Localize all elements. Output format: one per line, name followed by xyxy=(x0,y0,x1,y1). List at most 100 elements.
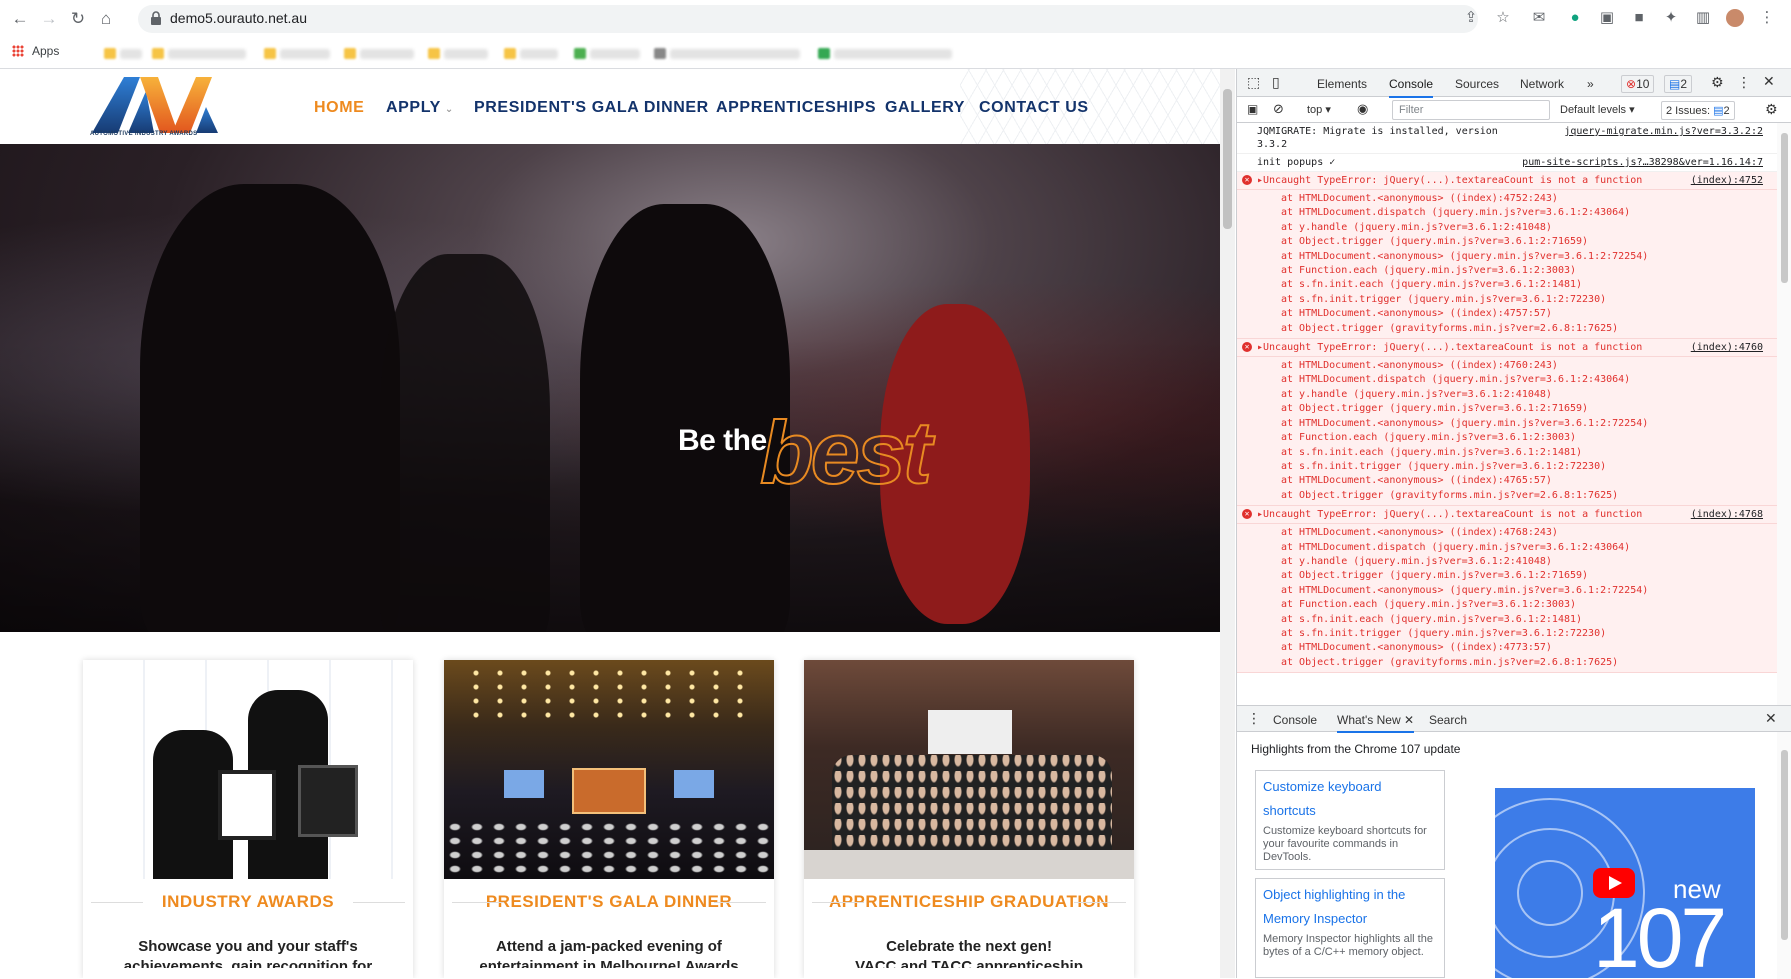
drawer-menu-icon[interactable]: ⋮ xyxy=(1247,710,1261,727)
drawer-scrollbar[interactable] xyxy=(1777,732,1791,979)
apps-shortcut[interactable]: Apps xyxy=(12,44,59,58)
stack-frame[interactable]: at s.fn.init.trigger (jquery.min.js?ver=… xyxy=(1281,293,1771,307)
bookmark-star-icon[interactable]: ☆ xyxy=(1494,9,1512,27)
context-selector[interactable]: top ▾ xyxy=(1307,103,1331,116)
profile-avatar[interactable] xyxy=(1726,9,1744,27)
stack-frame[interactable]: at HTMLDocument.<anonymous> ((index):476… xyxy=(1281,526,1771,540)
console-scrollbar[interactable] xyxy=(1777,123,1791,705)
back-arrow-icon[interactable]: ← xyxy=(9,8,31,30)
hero-video-banner[interactable]: Be the best xyxy=(0,144,1220,632)
stack-frame[interactable]: at s.fn.init.each (jquery.min.js?ver=3.6… xyxy=(1281,613,1771,627)
nav-gallery[interactable]: GALLERY xyxy=(885,99,965,117)
bookmark-site-icon[interactable] xyxy=(654,48,666,59)
issues-button[interactable]: 2 Issues: ▤2 xyxy=(1661,101,1735,120)
bookmark-item[interactable] xyxy=(590,49,640,59)
selenium-extension-icon[interactable]: ■ xyxy=(1630,9,1648,27)
card-apprenticeship-graduation[interactable]: APPRENTICESHIP GRADUATION Celebrate the … xyxy=(804,660,1134,978)
chat-extension-icon[interactable]: ▣ xyxy=(1598,9,1616,27)
console-error[interactable]: ✕ ▸Uncaught TypeError: jQuery(...).texta… xyxy=(1237,506,1777,525)
stack-frame[interactable]: at HTMLDocument.<anonymous> ((index):475… xyxy=(1281,307,1771,321)
home-icon[interactable]: ⌂ xyxy=(95,8,117,30)
stack-frame[interactable]: at Object.trigger (jquery.min.js?ver=3.6… xyxy=(1281,569,1771,583)
close-devtools-icon[interactable]: ✕ xyxy=(1763,73,1775,90)
address-bar[interactable]: demo5.ourauto.net.au xyxy=(138,5,1478,33)
close-tab-icon[interactable]: ✕ xyxy=(1404,713,1414,727)
nav-presidents-gala-dinner[interactable]: PRESIDENT'S GALA DINNER xyxy=(474,99,709,117)
browser-menu-icon[interactable]: ⋮ xyxy=(1758,9,1776,27)
feature-title[interactable]: Customize keyboard shortcuts xyxy=(1263,775,1437,823)
gmail-extension-icon[interactable]: ✉ xyxy=(1530,9,1548,27)
stack-frame[interactable]: at HTMLDocument.dispatch (jquery.min.js?… xyxy=(1281,541,1771,555)
clear-console-icon[interactable]: ⊘ xyxy=(1273,101,1284,117)
info-count-badge[interactable]: ▤2 xyxy=(1664,75,1693,93)
stack-frame[interactable]: at Function.each (jquery.min.js?ver=3.6.… xyxy=(1281,431,1771,445)
card-presidents-gala-dinner[interactable]: PRESIDENT'S GALA DINNER Attend a jam-pac… xyxy=(444,660,774,978)
stack-frame[interactable]: at HTMLDocument.dispatch (jquery.min.js?… xyxy=(1281,373,1771,387)
more-tabs-icon[interactable]: » xyxy=(1587,77,1594,91)
bookmark-folder-icon[interactable] xyxy=(428,48,440,59)
feature-customize-shortcuts[interactable]: Customize keyboard shortcuts Customize k… xyxy=(1255,770,1445,870)
error-source-link[interactable]: (index):4760 xyxy=(1691,341,1763,354)
bookmark-folder-icon[interactable] xyxy=(344,48,356,59)
forward-arrow-icon[interactable]: → xyxy=(38,8,60,30)
chrome-107-video-banner[interactable]: new 107 xyxy=(1495,788,1755,978)
stack-frame[interactable]: at HTMLDocument.<anonymous> ((index):476… xyxy=(1281,474,1771,488)
console-scrollbar-thumb[interactable] xyxy=(1781,133,1788,283)
tab-elements[interactable]: Elements xyxy=(1317,77,1367,91)
stack-frame[interactable]: at Function.each (jquery.min.js?ver=3.6.… xyxy=(1281,598,1771,612)
error-source-link[interactable]: (index):4752 xyxy=(1691,174,1763,187)
inspect-element-icon[interactable]: ⬚ xyxy=(1247,74,1260,91)
message-source-link[interactable]: jquery-migrate.min.js?ver=3.3.2:2 xyxy=(1564,125,1763,138)
bookmark-item[interactable] xyxy=(670,49,800,59)
bookmark-item[interactable] xyxy=(360,49,414,59)
console-settings-icon[interactable]: ⚙ xyxy=(1765,101,1778,118)
feature-title[interactable]: Object highlighting in the Memory Inspec… xyxy=(1263,883,1437,931)
drawer-scrollbar-thumb[interactable] xyxy=(1781,750,1788,940)
error-count-badge[interactable]: ⊗10 xyxy=(1621,75,1655,93)
nav-home[interactable]: HOME xyxy=(314,99,364,117)
bookmark-item[interactable] xyxy=(120,49,142,59)
tab-sources[interactable]: Sources xyxy=(1455,77,1499,91)
stack-frame[interactable]: at Object.trigger (gravityforms.min.js?v… xyxy=(1281,322,1771,336)
drawer-tab-search[interactable]: Search xyxy=(1429,713,1467,727)
stack-frame[interactable]: at Object.trigger (gravityforms.min.js?v… xyxy=(1281,489,1771,503)
close-drawer-icon[interactable]: ✕ xyxy=(1765,710,1777,727)
bookmark-folder-icon[interactable] xyxy=(264,48,276,59)
stack-frame[interactable]: at Function.each (jquery.min.js?ver=3.6.… xyxy=(1281,264,1771,278)
bookmark-item[interactable] xyxy=(834,49,952,59)
tab-network[interactable]: Network xyxy=(1520,77,1564,91)
devtools-menu-icon[interactable]: ⋮ xyxy=(1737,74,1751,91)
drawer-tab-whats-new[interactable]: What's New ✕ xyxy=(1337,713,1415,733)
console-filter-input[interactable]: Filter xyxy=(1392,100,1550,120)
stack-frame[interactable]: at Object.trigger (gravityforms.min.js?v… xyxy=(1281,656,1771,670)
bookmark-site-icon[interactable] xyxy=(818,48,830,59)
stack-frame[interactable]: at s.fn.init.trigger (jquery.min.js?ver=… xyxy=(1281,627,1771,641)
error-source-link[interactable]: (index):4768 xyxy=(1691,508,1763,521)
share-icon[interactable]: ⇪ xyxy=(1462,9,1480,27)
bookmark-folder-icon[interactable] xyxy=(152,48,164,59)
nav-apprenticeships[interactable]: APPRENTICESHIPS xyxy=(716,99,876,117)
extensions-puzzle-icon[interactable]: ✦ xyxy=(1662,9,1680,27)
bookmark-folder-icon[interactable] xyxy=(104,48,116,59)
nav-apply[interactable]: APPLY ⌄ xyxy=(386,99,454,117)
console-error[interactable]: ✕ ▸Uncaught TypeError: jQuery(...).texta… xyxy=(1237,339,1777,358)
stack-frame[interactable]: at y.handle (jquery.min.js?ver=3.6.1:2:4… xyxy=(1281,221,1771,235)
stack-frame[interactable]: at s.fn.init.each (jquery.min.js?ver=3.6… xyxy=(1281,446,1771,460)
nav-contact-us[interactable]: CONTACT US xyxy=(979,99,1089,117)
log-levels-dropdown[interactable]: Default levels ▾ xyxy=(1560,103,1635,116)
drawer-tab-console[interactable]: Console xyxy=(1273,713,1317,727)
stack-frame[interactable]: at s.fn.init.each (jquery.min.js?ver=3.6… xyxy=(1281,278,1771,292)
stack-frame[interactable]: at HTMLDocument.<anonymous> (jquery.min.… xyxy=(1281,584,1771,598)
grammarly-extension-icon[interactable]: ● xyxy=(1566,9,1584,27)
page-scrollbar[interactable] xyxy=(1220,69,1235,978)
stack-frame[interactable]: at HTMLDocument.<anonymous> ((index):476… xyxy=(1281,359,1771,373)
settings-gear-icon[interactable]: ⚙ xyxy=(1711,74,1724,91)
stack-frame[interactable]: at s.fn.init.trigger (jquery.min.js?ver=… xyxy=(1281,460,1771,474)
bookmark-site-icon[interactable] xyxy=(574,48,586,59)
stack-frame[interactable]: at HTMLDocument.dispatch (jquery.min.js?… xyxy=(1281,206,1771,220)
bookmark-item[interactable] xyxy=(168,49,246,59)
stack-frame[interactable]: at HTMLDocument.<anonymous> (jquery.min.… xyxy=(1281,417,1771,431)
message-source-link[interactable]: pum-site-scripts.js?…38298&ver=1.16.14:7 xyxy=(1522,156,1763,169)
bookmark-item[interactable] xyxy=(520,49,558,59)
stack-frame[interactable]: at HTMLDocument.<anonymous> (jquery.min.… xyxy=(1281,250,1771,264)
